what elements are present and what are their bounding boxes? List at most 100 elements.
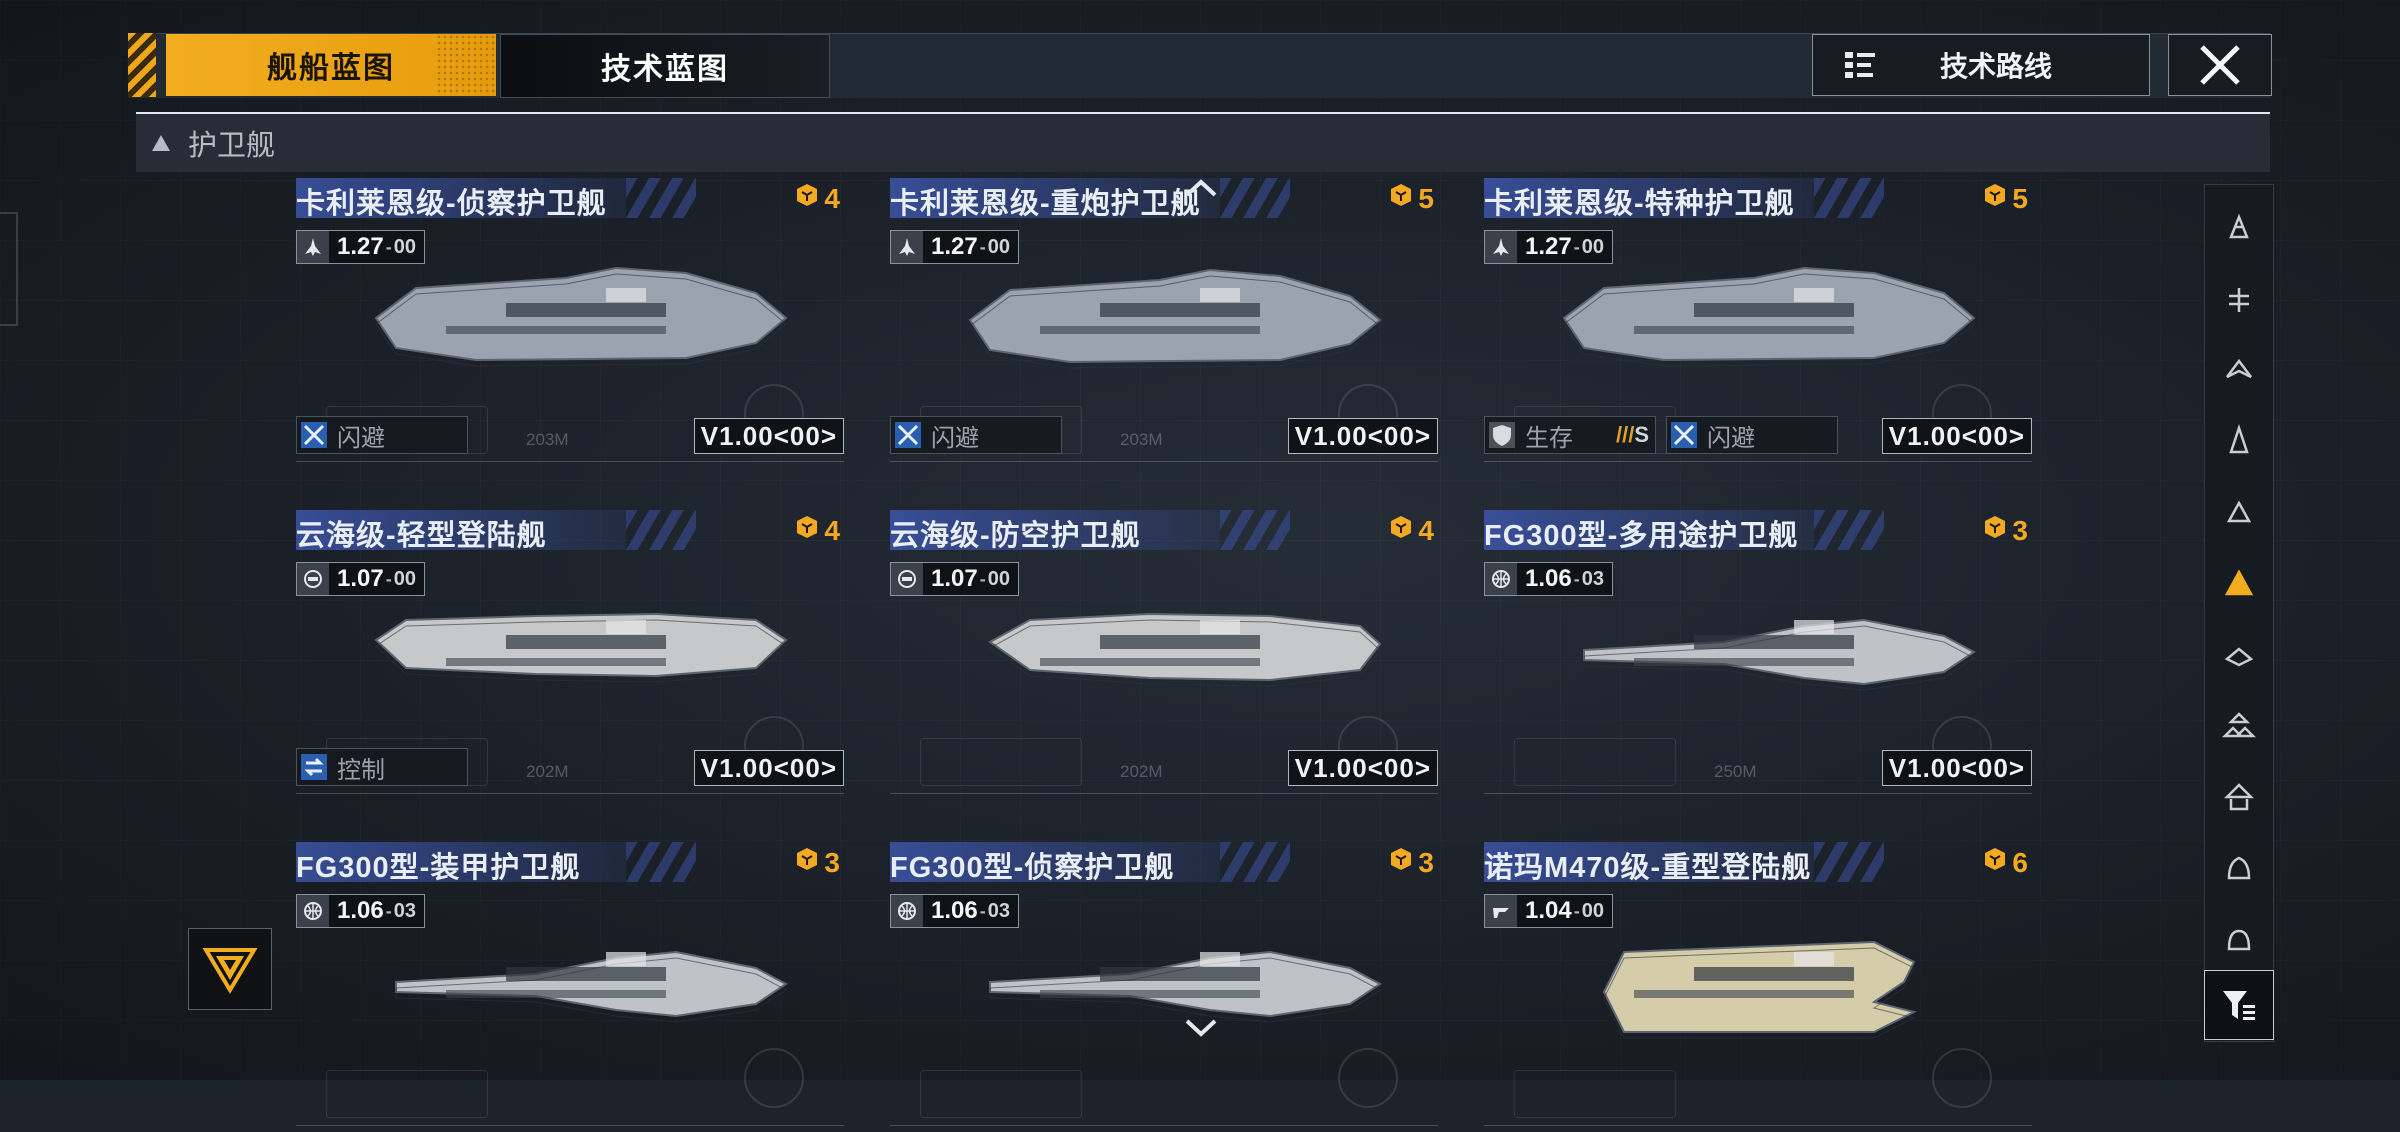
cost-icon (1982, 846, 2012, 879)
cost-icon (1982, 514, 2012, 547)
trait-label: 控制 (337, 756, 385, 784)
evade-icon (1667, 418, 1701, 452)
ship-image[interactable] (356, 580, 796, 730)
trait-tag[interactable]: 闪避 (1666, 416, 1838, 454)
close-button[interactable] (2168, 34, 2272, 96)
ship-length: 203M (1120, 430, 1163, 449)
card-baseline (890, 793, 1438, 794)
tab-tech-blueprint[interactable]: 技术蓝图 (500, 34, 830, 98)
ship-image[interactable] (356, 248, 796, 398)
category-header[interactable]: 护卫舰 (136, 114, 2270, 172)
sidebar-item-station[interactable] (2205, 905, 2273, 973)
ship-length: 202M (526, 762, 569, 781)
ship-image[interactable] (1544, 912, 1984, 1062)
cost-icon (1982, 182, 2012, 215)
cost-value: 4 (824, 514, 840, 546)
cruiser-icon (2226, 358, 2252, 379)
sidebar-item-squadron[interactable] (2205, 692, 2273, 760)
ship-card[interactable]: 卡利莱恩级-侦察护卫舰 4 1.27-00 203M 闪避 V1.00<00> (296, 178, 844, 468)
ship-card[interactable]: FG300型-多用途护卫舰 3 1.06-03 250M V1.00<00> (1484, 510, 2032, 800)
ship-card[interactable]: FG300型-装甲护卫舰 3 1.06-03 (296, 842, 844, 1132)
card-baseline (1484, 793, 2032, 794)
ship-cost: 4 (794, 182, 840, 215)
ship-image[interactable] (1544, 580, 1984, 730)
card-baseline (890, 461, 1438, 462)
filter-button[interactable] (2204, 970, 2274, 1040)
blueprint-code: V1.00<00> (693, 418, 844, 454)
cost-value: 3 (1418, 846, 1434, 878)
ship-image[interactable] (356, 912, 796, 1062)
card-baseline (1484, 1125, 2032, 1126)
trait-rank-prefix: /// (1615, 422, 1635, 447)
sidebar-item-battleship[interactable] (2205, 195, 2273, 263)
cost-value: 6 (2012, 846, 2028, 878)
sidebar-item-cruiser[interactable] (2205, 337, 2273, 405)
trait-tag[interactable]: 闪避 (890, 416, 1062, 454)
tree-icon (1837, 47, 1883, 83)
ship-name: FG300型-装甲护卫舰 (296, 852, 581, 884)
sidebar-item-corvette[interactable] (2205, 550, 2273, 618)
tech-route-label: 技术路线 (1939, 51, 2052, 82)
scroll-up-icon[interactable] (1184, 178, 1218, 198)
trait-tag[interactable]: 闪避 (296, 416, 468, 454)
ship-image[interactable] (950, 248, 1390, 398)
ship-card[interactable]: 云海级-轻型登陆舰 4 1.07-00 202M 控制 V1.00<00> (296, 510, 844, 800)
ship-image[interactable] (950, 580, 1390, 730)
blueprint-decoration (1514, 738, 1676, 786)
scroll-down-icon[interactable] (1184, 1018, 1218, 1038)
ship-length: 202M (1120, 762, 1163, 781)
ship-name: FG300型-侦察护卫舰 (890, 852, 1175, 884)
side-bracket-decoration (0, 212, 18, 326)
ship-name: 卡利莱恩级-重炮护卫舰 (890, 188, 1201, 220)
ship-card[interactable]: FG300型-侦察护卫舰 3 1.06-03 (890, 842, 1438, 1132)
globe-icon (1485, 563, 1517, 595)
trait-tag[interactable]: 生存 ///S (1484, 416, 1656, 454)
ship-name: 卡利莱恩级-特种护卫舰 (1484, 188, 1795, 220)
sidebar-item-frigate[interactable] (2205, 479, 2273, 547)
faction-emblem[interactable] (188, 928, 272, 1010)
ship-name: FG300型-多用途护卫舰 (1484, 520, 1799, 552)
ship-class-icon (297, 231, 329, 263)
ship-cost: 6 (1982, 846, 2028, 879)
sidebar-item-fighter[interactable] (2205, 621, 2273, 689)
ship-card[interactable]: 云海级-防空护卫舰 4 1.07-00 202M V1.00<00> (890, 510, 1438, 800)
station-icon (2227, 929, 2251, 951)
ship-length: 250M (1714, 762, 1757, 781)
ship-name: 云海级-防空护卫舰 (890, 520, 1141, 552)
control-icon (297, 750, 331, 784)
shield-icon (1485, 418, 1519, 452)
fighter-icon (2224, 647, 2254, 667)
ship-cost: 4 (794, 514, 840, 547)
tab-ship-blueprint[interactable]: 舰船蓝图 (166, 34, 496, 96)
sidebar-item-destroyer[interactable] (2205, 408, 2273, 476)
sidebar-item-support[interactable] (2205, 763, 2273, 831)
evade-icon (891, 418, 925, 452)
ship-cost: 4 (1388, 514, 1434, 547)
trait-tag[interactable]: 控制 (296, 748, 468, 786)
sidebar-item-auxiliary[interactable] (2205, 834, 2273, 902)
cost-icon (1388, 514, 1418, 547)
cost-icon (794, 514, 824, 547)
ship-image[interactable] (1544, 248, 1984, 398)
filter-icon (2223, 991, 2255, 1020)
card-baseline (1484, 461, 2032, 462)
tech-route-button[interactable]: 技术路线 (1812, 34, 2150, 96)
ship-image[interactable] (950, 912, 1390, 1062)
trait-rank: ///S (1616, 422, 1649, 448)
ship-card[interactable]: 卡利莱恩级-特种护卫舰 5 1.27-00 生存 ///S 闪避 V1.00<0… (1484, 178, 2032, 468)
trait-label: 闪避 (337, 424, 385, 452)
cost-value: 5 (2012, 182, 2028, 214)
cost-icon (1388, 846, 1418, 879)
ship-length: 203M (526, 430, 569, 449)
cost-icon (794, 846, 824, 879)
collapse-triangle-icon (152, 135, 170, 151)
ship-card[interactable]: 卡利莱恩级-重炮护卫舰 5 1.27-00 203M 闪避 V1.00<00> (890, 178, 1438, 468)
ship-class-icon (891, 231, 923, 263)
sidebar-item-carrier[interactable] (2205, 266, 2273, 334)
cost-value: 3 (824, 846, 840, 878)
card-baseline (296, 1125, 844, 1126)
squadron-icon (2221, 712, 2257, 738)
blueprint-code: V1.00<00> (1881, 418, 2032, 454)
ship-card[interactable]: 诺玛M470级-重型登陆舰 6 1.04-00 (1484, 842, 2032, 1132)
ship-name: 诺玛M470级-重型登陆舰 (1484, 852, 1812, 884)
